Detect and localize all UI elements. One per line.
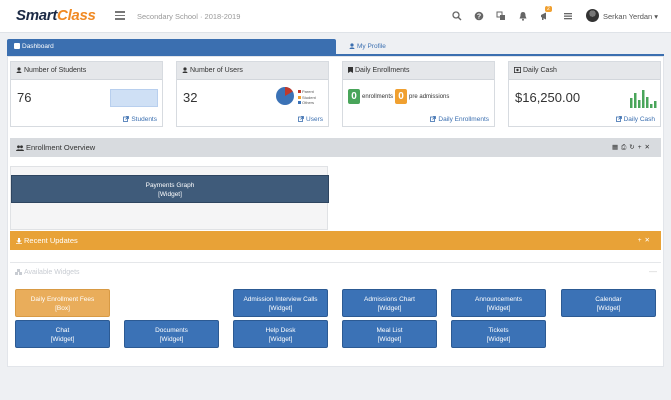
external-link-icon	[298, 116, 304, 122]
download-icon	[16, 238, 22, 244]
users-pie-legend: Parent Student Others	[298, 89, 316, 106]
bookmark-icon	[348, 67, 353, 73]
notification-badge: 2	[545, 6, 552, 12]
help-icon[interactable]: ?	[474, 11, 484, 21]
daily-enrollments-link[interactable]: Daily Enrollments	[430, 116, 489, 123]
collapse-icon[interactable]: —	[649, 267, 657, 276]
user-icon	[349, 43, 355, 49]
tab-dashboard[interactable]: Dashboard	[7, 39, 336, 54]
users-pie-chart	[275, 86, 295, 108]
pre-admissions-count: 0	[395, 89, 408, 104]
app-logo[interactable]: SmartClass	[16, 7, 96, 24]
language-icon[interactable]	[496, 11, 506, 21]
widget-meal-list[interactable]: Meal List [Widget]	[342, 320, 437, 348]
cash-bar-graphic	[629, 88, 657, 108]
menu-toggle-icon[interactable]	[115, 11, 125, 20]
close-icon[interactable]: ✕	[645, 144, 653, 151]
top-navbar: SmartClass Secondary School · 2018-2019 …	[0, 0, 671, 33]
svg-text:?: ?	[477, 14, 481, 21]
students-link[interactable]: Students	[123, 116, 157, 123]
add-icon[interactable]: +	[638, 237, 645, 244]
widget-chat[interactable]: Chat [Widget]	[15, 320, 110, 348]
recent-updates-header: Recent Updates +✕	[10, 231, 661, 250]
stat-daily-enrollments: Daily Enrollments 0 enrollments 0 pre admis…	[342, 61, 495, 127]
stat-students: Number of Students 76 Students	[10, 61, 163, 127]
widget-calendar[interactable]: Calendar [Widget]	[561, 289, 656, 317]
stat-users: Number of Users 32 Parent Student Others…	[176, 61, 329, 127]
enrollment-drop-area: Payments Graph [Widget]	[10, 166, 329, 230]
money-icon	[514, 67, 521, 73]
archive-icon[interactable]: ▦	[612, 144, 621, 151]
enrollment-counts: 0 enrollments 0 pre admissions	[348, 89, 451, 104]
user-menu[interactable]: Serkan Yerdan ▾	[603, 12, 658, 21]
students-bar-graphic	[110, 89, 158, 107]
widget-daily-enrollment-fees[interactable]: Daily Enrollment Fees [Box]	[15, 289, 110, 317]
dashboard-icon	[14, 43, 20, 49]
external-link-icon	[430, 116, 437, 122]
divider	[10, 262, 661, 263]
users-count: 32	[183, 90, 198, 105]
search-icon[interactable]	[452, 11, 462, 21]
daily-cash-link[interactable]: Daily Cash	[615, 116, 655, 123]
enrollments-count: 0	[348, 89, 360, 104]
megaphone-icon[interactable]	[540, 11, 550, 21]
users-link[interactable]: Users	[298, 116, 323, 123]
tab-my-profile[interactable]: My Profile	[342, 39, 442, 54]
user-icon	[182, 67, 188, 73]
list-icon[interactable]	[563, 11, 573, 21]
widget-help-desk[interactable]: Help Desk [Widget]	[233, 320, 328, 348]
payments-graph-widget[interactable]: Payments Graph [Widget]	[11, 175, 329, 203]
refresh-icon[interactable]: ↻	[629, 144, 637, 151]
widget-admissions-chart[interactable]: Admissions Chart [Widget]	[342, 289, 437, 317]
widget-tickets[interactable]: Tickets [Widget]	[451, 320, 546, 348]
stat-daily-cash: Daily Cash $16,250.00 Daily Cash	[508, 61, 661, 127]
external-link-icon	[615, 116, 622, 122]
enrollment-tools: ▦⎙↻+✕	[612, 138, 653, 157]
available-widgets-title: Available Widgets	[15, 269, 80, 276]
external-link-icon	[123, 116, 130, 122]
daily-cash-value: $16,250.00	[515, 90, 581, 105]
users-icon	[16, 145, 24, 151]
close-icon[interactable]: ✕	[645, 237, 653, 244]
recent-tools: +✕	[638, 231, 653, 250]
widget-announcements[interactable]: Announcements [Widget]	[451, 289, 546, 317]
user-icon	[16, 67, 22, 73]
cubes-icon	[15, 269, 22, 275]
school-year-label: Secondary School · 2018-2019	[137, 12, 241, 21]
students-count: 76	[17, 90, 32, 105]
widget-admission-interview-calls[interactable]: Admission Interview Calls [Widget]	[233, 289, 328, 317]
enrollment-overview-header: Enrollment Overview ▦⎙↻+✕	[10, 138, 661, 157]
widget-documents[interactable]: Documents [Widget]	[124, 320, 219, 348]
avatar[interactable]	[586, 9, 599, 22]
main-tabs: Dashboard My Profile	[7, 39, 664, 56]
bell-icon[interactable]	[518, 11, 528, 21]
add-icon[interactable]: +	[638, 144, 645, 151]
